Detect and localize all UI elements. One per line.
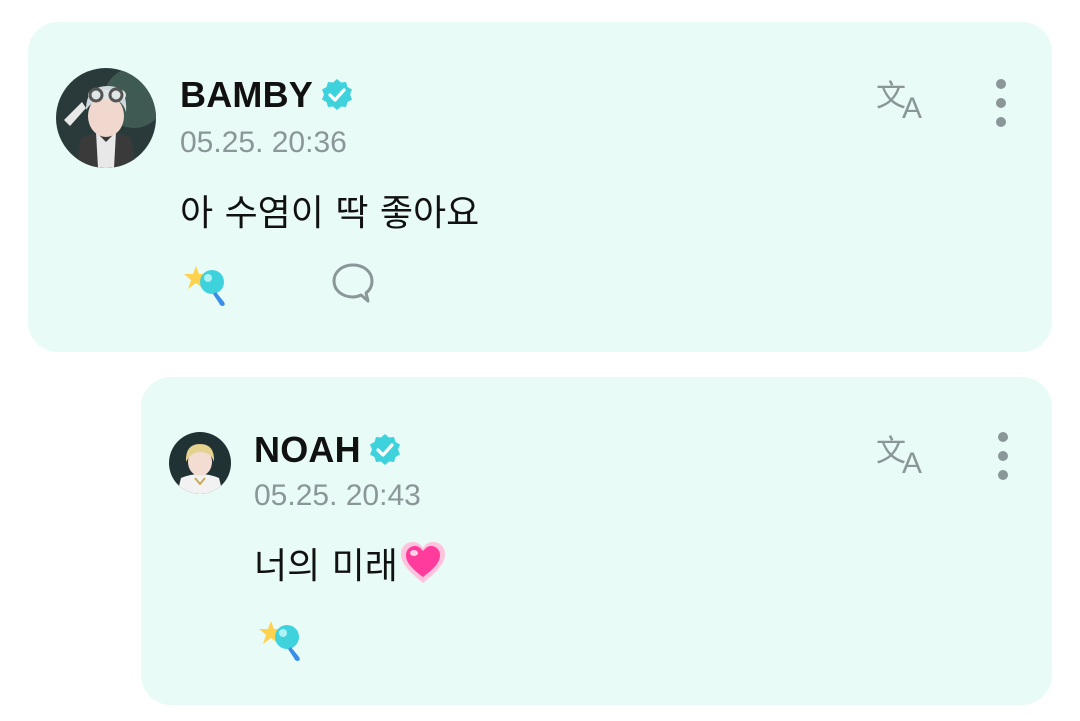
author-name[interactable]: BAMBY bbox=[180, 74, 313, 116]
translate-icon[interactable]: 文 A bbox=[876, 429, 934, 475]
reply-message: 너의 미래 bbox=[254, 537, 446, 589]
svg-text:A: A bbox=[902, 92, 922, 120]
lightstick-reaction-icon[interactable] bbox=[182, 262, 232, 306]
reply-card: NOAH 05.25. 20:43 너의 미래 文 A bbox=[141, 377, 1052, 705]
reply-message-text: 너의 미래 bbox=[254, 546, 398, 587]
heart-emoji-icon bbox=[400, 542, 445, 583]
translate-icon[interactable]: 文 A bbox=[876, 74, 934, 120]
bamby-avatar[interactable] bbox=[56, 68, 156, 168]
post-timestamp: 05.25. 20:36 bbox=[180, 126, 347, 159]
post-card: BAMBY 05.25. 20:36 아 수염이 딱 좋아요 文 A bbox=[28, 22, 1052, 352]
more-options-icon[interactable] bbox=[996, 431, 1010, 481]
post-message: 아 수염이 딱 좋아요 bbox=[180, 193, 480, 234]
svg-text:A: A bbox=[902, 447, 922, 475]
more-options-icon[interactable] bbox=[994, 78, 1008, 128]
lightstick-reaction-icon[interactable] bbox=[257, 617, 307, 661]
reply-timestamp: 05.25. 20:43 bbox=[254, 479, 421, 512]
noah-avatar[interactable] bbox=[169, 432, 231, 494]
verified-badge-icon bbox=[322, 79, 352, 110]
author-name[interactable]: NOAH bbox=[254, 429, 361, 471]
comment-icon[interactable] bbox=[330, 260, 376, 306]
verified-badge-icon bbox=[369, 434, 400, 465]
